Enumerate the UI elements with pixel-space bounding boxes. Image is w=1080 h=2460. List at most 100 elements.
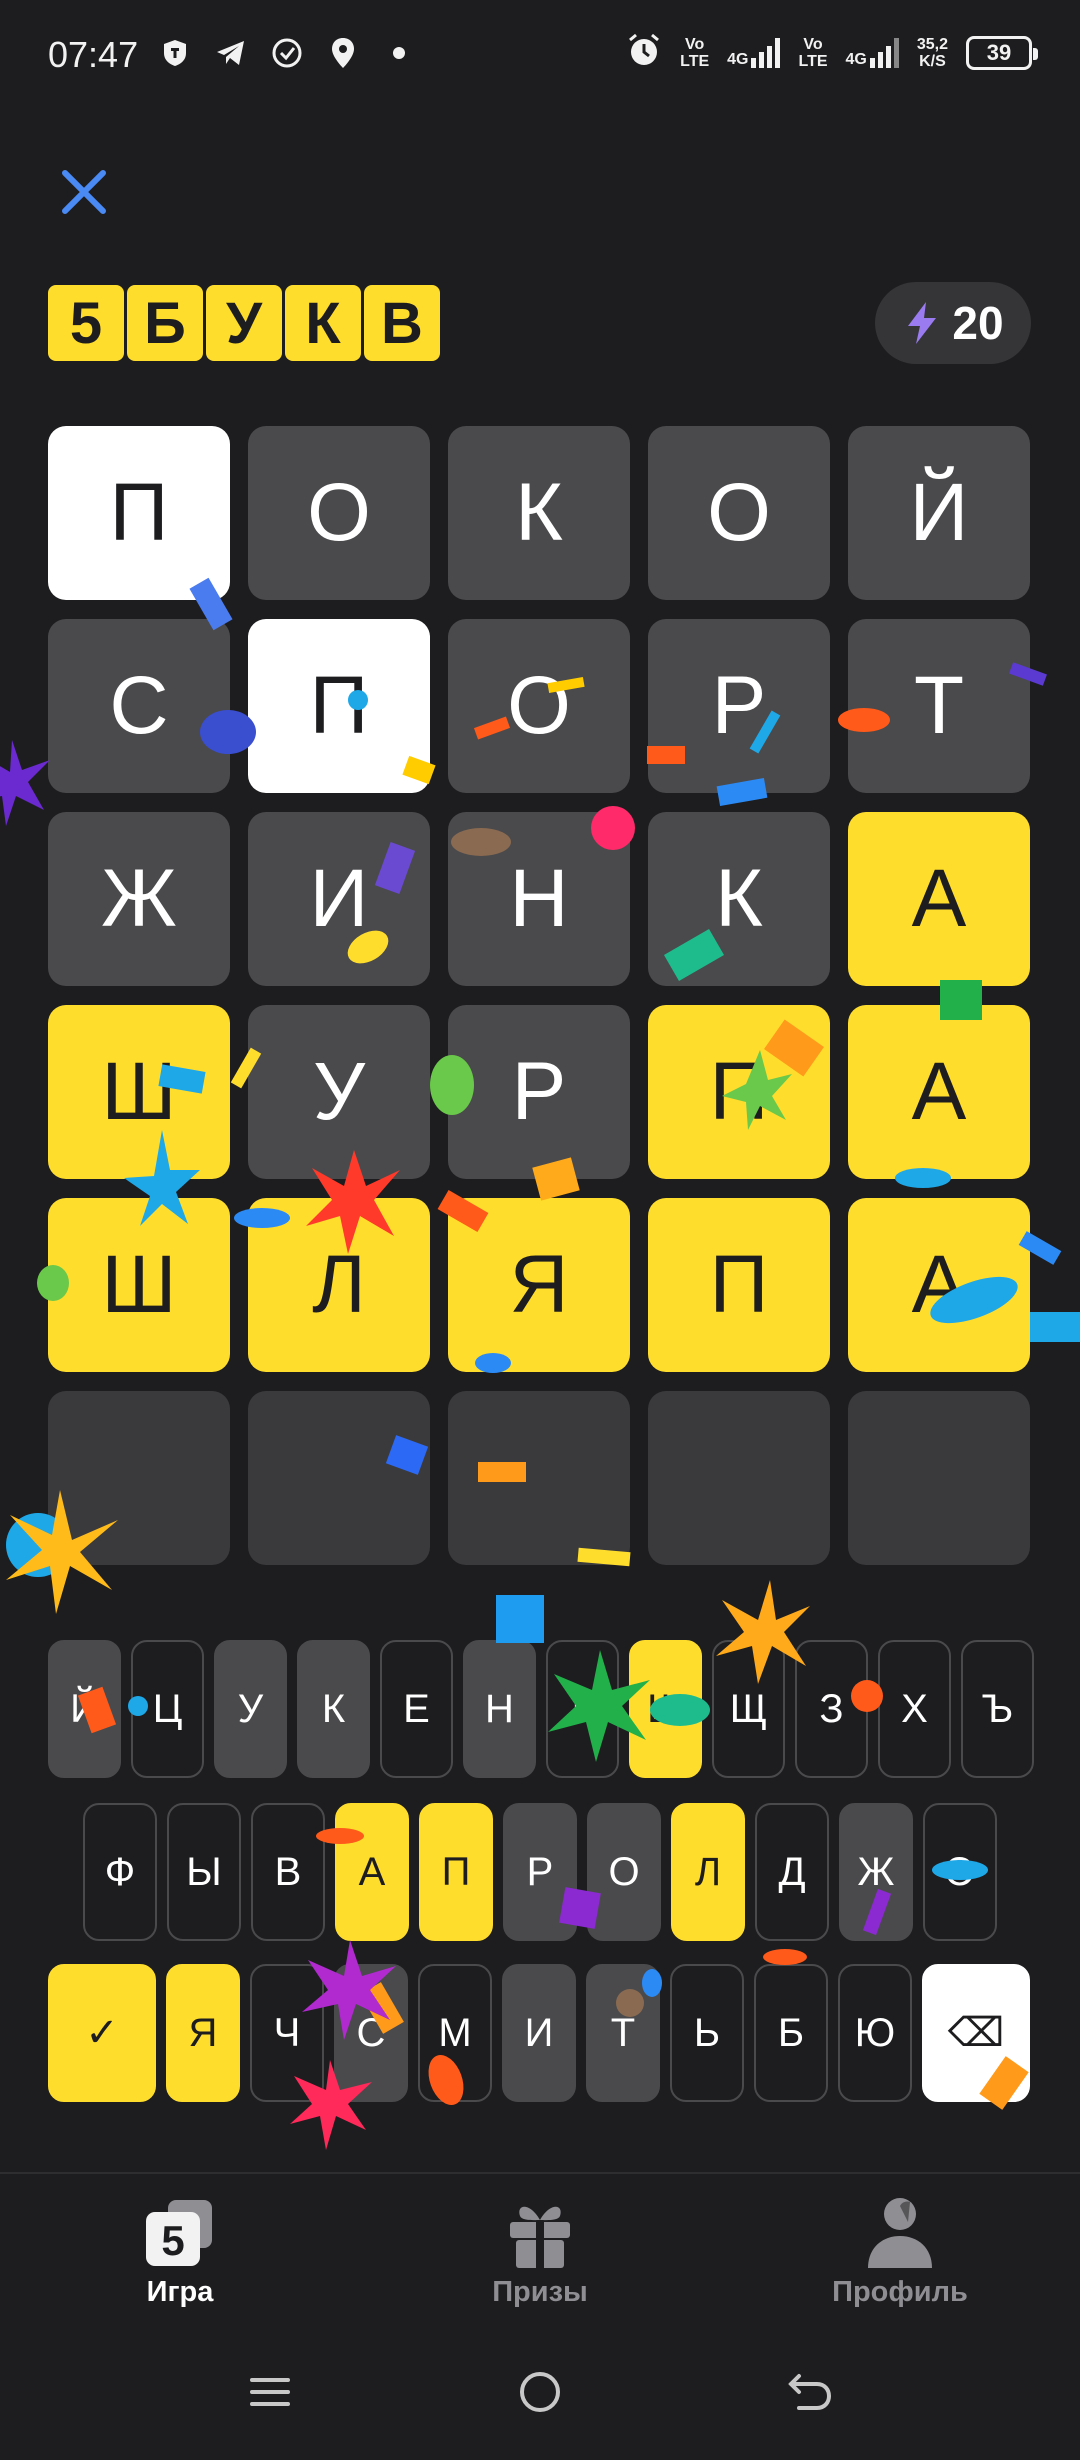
key-П[interactable]: П — [419, 1803, 493, 1941]
key-В[interactable]: В — [251, 1803, 325, 1941]
app-logo: 5 Б У К В — [48, 285, 440, 361]
status-time: 07:47 — [48, 34, 139, 75]
key-Б[interactable]: Б — [754, 1964, 828, 2102]
key-З[interactable]: З — [795, 1640, 868, 1778]
grid-cell: С — [48, 619, 230, 793]
grid-cell: А — [848, 1198, 1030, 1372]
key-Э[interactable]: Э — [923, 1803, 997, 1941]
key-А[interactable]: А — [335, 1803, 409, 1941]
key-Д[interactable]: Д — [755, 1803, 829, 1941]
grid-cell: Л — [248, 1198, 430, 1372]
word-grid: ПОКОЙСПОРТЖИНКАШУРПАШЛЯПА — [48, 426, 1030, 1565]
grid-cell: О — [448, 619, 630, 793]
grid-cell: Ж — [48, 812, 230, 986]
key-Г[interactable]: Г — [546, 1640, 619, 1778]
key-Е[interactable]: Е — [380, 1640, 453, 1778]
energy-count: 20 — [952, 297, 1004, 349]
backspace-key[interactable]: ⌫ — [922, 1964, 1030, 2102]
home-icon[interactable] — [510, 2362, 570, 2422]
status-bar: 07:47 Vo LTE 4G Vo LTE 4G 35,2 K/S 39 — [0, 0, 1080, 110]
grid-cell: П — [648, 1005, 830, 1179]
key-М[interactable]: М — [418, 1964, 492, 2102]
profile-icon — [868, 2198, 932, 2268]
grid-cell: Й — [848, 426, 1030, 600]
grid-cell: Ш — [48, 1005, 230, 1179]
key-С[interactable]: С — [334, 1964, 408, 2102]
key-Ю[interactable]: Ю — [838, 1964, 912, 2102]
keyboard-row-1: ЙЦУКЕНГШЩЗХЪ — [48, 1640, 1044, 1778]
grid-cell: Я — [448, 1198, 630, 1372]
system-navigation-bar — [0, 2322, 1080, 2460]
key-Ш[interactable]: Ш — [629, 1640, 702, 1778]
key-Ч[interactable]: Ч — [250, 1964, 324, 2102]
grid-cell: П — [248, 619, 430, 793]
submit-check-key[interactable]: ✓ — [48, 1964, 156, 2102]
key-Л[interactable]: Л — [671, 1803, 745, 1941]
grid-cell: О — [248, 426, 430, 600]
grid-cell: А — [848, 1005, 1030, 1179]
logo-letter: 5 — [48, 285, 124, 361]
grid-cell-empty — [48, 1391, 230, 1565]
logo-letter: Б — [127, 285, 203, 361]
grid-cell: О — [648, 426, 830, 600]
key-И[interactable]: И — [502, 1964, 576, 2102]
close-button[interactable] — [52, 160, 116, 224]
key-Х[interactable]: Х — [878, 1640, 951, 1778]
logo-letter: К — [285, 285, 361, 361]
key-Й[interactable]: Й — [48, 1640, 121, 1778]
nav-game[interactable]: 5 Игра — [80, 2196, 280, 2309]
lightning-icon — [908, 302, 937, 344]
nav-label: Профиль — [832, 2276, 968, 2308]
grid-cell-empty — [848, 1391, 1030, 1565]
grid-cell: П — [648, 1198, 830, 1372]
check-circle-icon — [270, 36, 304, 70]
key-У[interactable]: У — [214, 1640, 287, 1778]
grid-cell-empty — [448, 1391, 630, 1565]
volte-badge-2: Vo LTE — [798, 35, 828, 70]
nav-label: Призы — [492, 2276, 588, 2308]
grid-cell: Р — [648, 619, 830, 793]
network-speed: 35,2 K/S — [916, 35, 948, 70]
nav-prizes[interactable]: Призы — [440, 2196, 640, 2309]
logo-letter: В — [364, 285, 440, 361]
back-icon[interactable] — [780, 2362, 840, 2422]
grid-cell: Р — [448, 1005, 630, 1179]
key-Ц[interactable]: Ц — [131, 1640, 204, 1778]
keyboard-row-3: ✓ Я Ч С М И Т Ь Б Ю ⌫ — [48, 1964, 1040, 2102]
grid-cell-empty — [248, 1391, 430, 1565]
grid-cell: И — [248, 812, 430, 986]
key-Я[interactable]: Я — [166, 1964, 240, 2102]
close-icon — [62, 170, 106, 214]
key-К[interactable]: К — [297, 1640, 370, 1778]
logo-letter: У — [206, 285, 282, 361]
grid-cell: У — [248, 1005, 430, 1179]
menu-icon[interactable] — [240, 2362, 300, 2422]
nav-profile[interactable]: Профиль — [800, 2196, 1000, 2309]
battery-icon: 39 — [966, 35, 1038, 70]
key-Ы[interactable]: Ы — [167, 1803, 241, 1941]
grid-cell: П — [48, 426, 230, 600]
key-Ж[interactable]: Ж — [839, 1803, 913, 1941]
key-Т[interactable]: Т — [586, 1964, 660, 2102]
nav-label: Игра — [146, 2276, 214, 2308]
key-Щ[interactable]: Щ — [712, 1640, 785, 1778]
grid-cell: Ш — [48, 1198, 230, 1372]
grid-cell: Н — [448, 812, 630, 986]
key-О[interactable]: О — [587, 1803, 661, 1941]
key-Р[interactable]: Р — [503, 1803, 577, 1941]
game-5-icon: 5 — [146, 2200, 212, 2266]
key-Ъ[interactable]: Ъ — [961, 1640, 1034, 1778]
key-Ф[interactable]: Ф — [83, 1803, 157, 1941]
gift-icon — [510, 2206, 570, 2268]
grid-cell: Т — [848, 619, 1030, 793]
grid-cell: А — [848, 812, 1030, 986]
telegram-icon — [214, 36, 248, 70]
alarm-icon — [626, 32, 662, 73]
svg-text:5: 5 — [161, 2217, 184, 2264]
bottom-navigation: 5 Игра Призы Профиль — [0, 2172, 1080, 2322]
signal-icon: 4G — [727, 37, 781, 68]
energy-counter[interactable]: 20 — [875, 282, 1031, 364]
key-Н[interactable]: Н — [463, 1640, 536, 1778]
grid-cell: К — [648, 812, 830, 986]
key-Ь[interactable]: Ь — [670, 1964, 744, 2102]
